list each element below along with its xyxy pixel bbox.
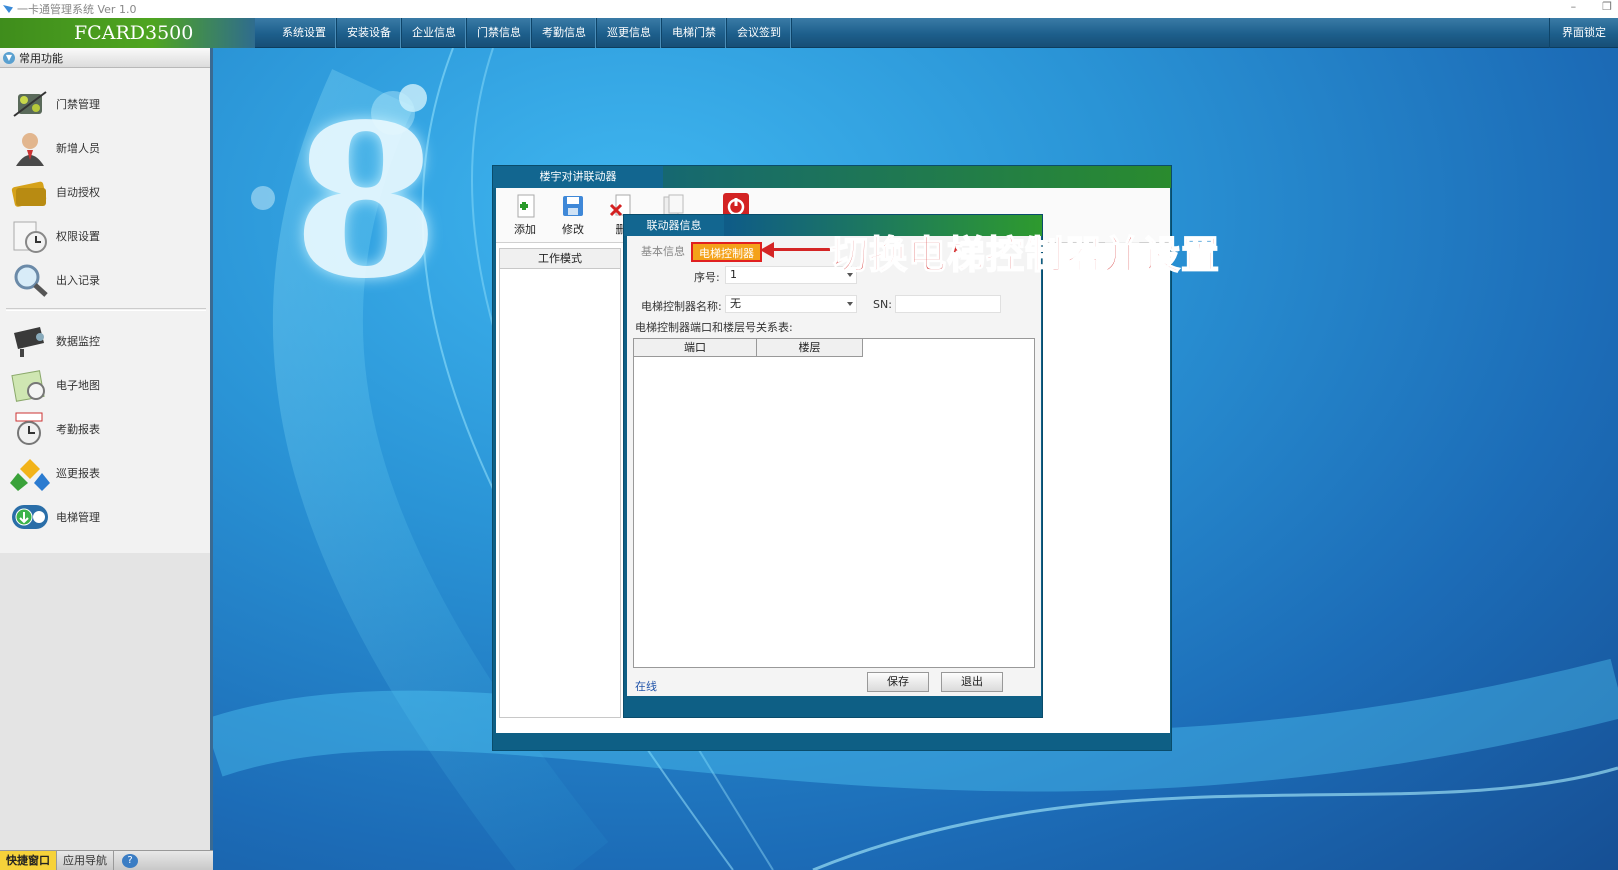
sidebar-item-permission[interactable]: 权限设置: [10, 216, 100, 256]
sidebar-item-label: 出入记录: [56, 274, 100, 287]
camera-icon: [10, 323, 50, 359]
menu-elevator-access[interactable]: 电梯门禁: [662, 18, 727, 48]
menu-attendance-info[interactable]: 考勤信息: [532, 18, 597, 48]
sidebar-item-elevator[interactable]: 电梯管理: [10, 497, 100, 537]
sidebar-item-label: 巡更报表: [56, 467, 100, 480]
window-title: 一卡通管理系统 Ver 1.0: [17, 3, 137, 16]
sidebar-empty-area: [0, 553, 210, 850]
restore-button[interactable]: ❐: [1602, 0, 1612, 13]
add-label: 添加: [514, 223, 536, 236]
work-mode-header: 工作模式: [500, 249, 620, 269]
add-icon: [512, 193, 538, 219]
map-icon: [10, 367, 50, 403]
controller-name-value: 无: [730, 297, 741, 310]
sn-field[interactable]: [895, 295, 1001, 313]
tab-shortcut-window[interactable]: 快捷窗口: [0, 851, 57, 870]
help-icon[interactable]: ?: [122, 854, 138, 868]
sidebar-item-label: 自动授权: [56, 186, 100, 199]
tab-elevator-controller[interactable]: 电梯控制器: [691, 242, 762, 262]
port-floor-table: 端口 楼层: [633, 338, 1035, 668]
lock-ui-button[interactable]: 界面锁定: [1549, 18, 1618, 48]
menu-system-settings[interactable]: 系统设置: [272, 18, 337, 48]
table-header: 端口 楼层: [634, 339, 1034, 357]
menu-bar: FCARD3500 系统设置 安装设备 企业信息 门禁信息 考勤信息 巡更信息 …: [0, 18, 1618, 48]
menu-meeting-checkin[interactable]: 会议签到: [727, 18, 792, 48]
chevron-down-icon: [847, 302, 853, 306]
window-tab-title[interactable]: 楼宇对讲联动器: [493, 166, 663, 188]
status-text: 在线: [635, 680, 657, 693]
door-controller-icon: [10, 86, 50, 122]
minimize-button[interactable]: –: [1571, 0, 1577, 13]
app-icon: [3, 5, 13, 13]
person-icon: [10, 130, 50, 166]
sidebar-item-map[interactable]: 电子地图: [10, 365, 100, 405]
menu-company-info[interactable]: 企业信息: [402, 18, 467, 48]
controller-name-label: 电梯控制器名称:: [641, 300, 722, 313]
menu-install-device[interactable]: 安装设备: [337, 18, 402, 48]
dialog-body: 基本信息 电梯控制器 序号: 1 电梯控制器名称: 无 SN: 电梯控制器端口和…: [627, 236, 1041, 696]
annotation-arrow-line: [770, 248, 830, 251]
stopwatch-icon: [10, 411, 50, 447]
relation-table-label: 电梯控制器端口和楼层号关系表:: [635, 321, 793, 334]
save-icon: [560, 193, 586, 219]
elevator-icon: [10, 499, 50, 535]
annotation-text: 切换电梯控制器并设置: [829, 232, 1221, 278]
sidebar-item-label: 电子地图: [56, 379, 100, 392]
exit-button[interactable]: 退出: [941, 672, 1003, 692]
sidebar-item-label: 考勤报表: [56, 423, 100, 436]
linkage-info-dialog: 联动器信息 基本信息 电梯控制器 序号: 1 电梯控制器名称: 无 SN: 电梯…: [623, 214, 1043, 718]
add-button[interactable]: 添加: [503, 191, 547, 241]
serial-label: 序号:: [694, 271, 720, 284]
tab-basic-info[interactable]: 基本信息: [635, 242, 691, 262]
work-mode-panel: 工作模式: [499, 248, 621, 718]
controller-name-select[interactable]: 无: [725, 295, 857, 313]
card-icon: [10, 174, 50, 210]
sidebar-header-label: 常用功能: [19, 51, 63, 65]
patrol-icon: [10, 455, 50, 491]
dialog-footer-bar: [624, 696, 1042, 717]
outer-tabbar: 楼宇对讲联动器: [493, 166, 1171, 188]
col-floor[interactable]: 楼层: [757, 339, 863, 357]
sidebar-item-label: 数据监控: [56, 335, 100, 348]
permission-clock-icon: [10, 218, 50, 254]
sidebar-item-door[interactable]: 门禁管理: [10, 84, 100, 124]
sidebar-divider: [6, 308, 206, 311]
magnifier-icon: [10, 262, 50, 298]
main-menu: 系统设置 安装设备 企业信息 门禁信息 考勤信息 巡更信息 电梯门禁 会议签到: [272, 18, 792, 48]
sidebar-item-new-person[interactable]: 新增人员: [10, 128, 100, 168]
menu-patrol-info[interactable]: 巡更信息: [597, 18, 662, 48]
modify-label: 修改: [562, 223, 584, 236]
sidebar-item-patrol-report[interactable]: 巡更报表: [10, 453, 100, 493]
save-button[interactable]: 保存: [867, 672, 929, 692]
collapse-icon[interactable]: ▼: [3, 51, 15, 64]
tab-app-navigation[interactable]: 应用导航: [57, 851, 114, 870]
modify-button[interactable]: 修改: [551, 191, 595, 241]
sidebar-item-records[interactable]: 出入记录: [10, 260, 100, 300]
logo-eight: 8: [293, 78, 440, 325]
sidebar: ▼ 常用功能 门禁管理 新增人员 自动授权 权限设置 出入记录 数据监控 电子地…: [0, 48, 213, 850]
dialog-tabs: 基本信息 电梯控制器: [635, 242, 762, 262]
sidebar-item-auto-auth[interactable]: 自动授权: [10, 172, 100, 212]
sidebar-header[interactable]: ▼ 常用功能: [0, 48, 210, 68]
col-port[interactable]: 端口: [634, 339, 757, 357]
brand-logo: FCARD3500: [0, 18, 255, 48]
sidebar-item-label: 新增人员: [56, 142, 100, 155]
sidebar-item-label: 权限设置: [56, 230, 100, 243]
sidebar-bottom-tabs: 快捷窗口 应用导航 ?: [0, 850, 213, 870]
window-titlebar: 一卡通管理系统 Ver 1.0 – ❐: [0, 0, 1618, 18]
menu-access-info[interactable]: 门禁信息: [467, 18, 532, 48]
serial-value: 1: [730, 268, 737, 281]
sidebar-item-label: 电梯管理: [56, 511, 100, 524]
sidebar-item-label: 门禁管理: [56, 98, 100, 111]
dialog-title: 联动器信息: [624, 215, 724, 236]
sidebar-item-attendance-report[interactable]: 考勤报表: [10, 409, 100, 449]
sn-label: SN:: [873, 298, 892, 311]
sidebar-item-monitor[interactable]: 数据监控: [10, 321, 100, 361]
